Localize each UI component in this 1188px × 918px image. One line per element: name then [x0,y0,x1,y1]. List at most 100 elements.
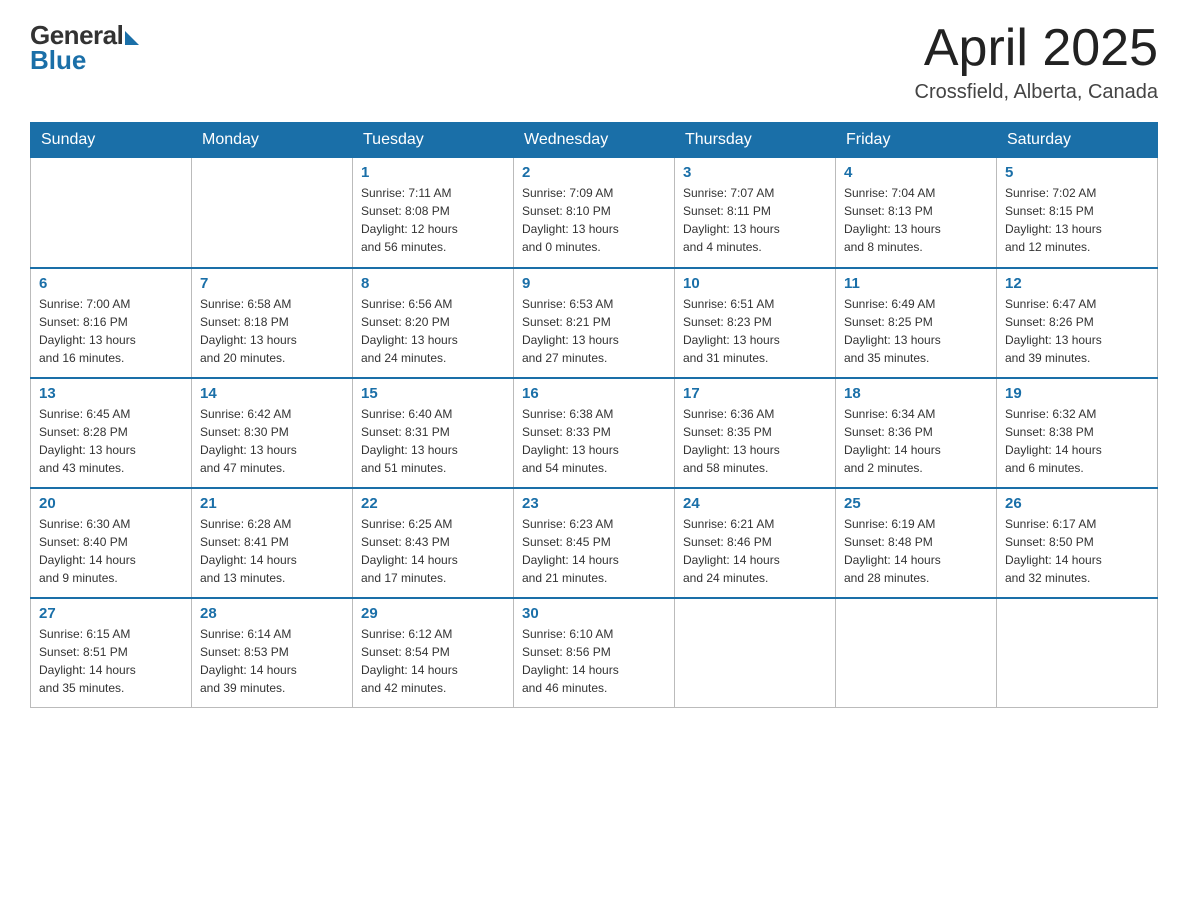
day-number: 18 [844,385,988,402]
day-of-week-header: Wednesday [514,123,675,158]
day-number: 14 [200,385,344,402]
day-of-week-header: Monday [192,123,353,158]
calendar-cell: 1 Sunrise: 7:11 AM Sunset: 8:08 PM Daylig… [353,158,514,268]
calendar-cell: 4 Sunrise: 7:04 AM Sunset: 8:13 PM Daylig… [836,158,997,268]
title-area: April 2025 Crossfield, Alberta, Canada [915,20,1158,104]
day-info: Sunrise: 6:17 AM Sunset: 8:50 PM Dayligh… [1005,515,1149,587]
calendar-cell: 8 Sunrise: 6:56 AM Sunset: 8:20 PM Daylig… [353,268,514,378]
calendar-week-row: 6Sunrise: 7:00 AM Sunset: 8:16 PM Daylig… [31,268,1158,378]
day-info: Sunrise: 6:51 AM Sunset: 8:23 PM Dayligh… [683,295,827,367]
calendar-cell: 11 Sunrise: 6:49 AM Sunset: 8:25 PM Dayli… [836,268,997,378]
day-info: Sunrise: 6:32 AM Sunset: 8:38 PM Dayligh… [1005,405,1149,477]
day-number: 25 [844,495,988,512]
calendar-cell: 3Sunrise: 7:07 AM Sunset: 8:11 PM Daylig… [675,158,836,268]
day-number: 8 [361,275,505,292]
calendar-week-row: 20 Sunrise: 6:30 AM Sunset: 8:40 PM Dayli… [31,488,1158,598]
day-of-week-header: Sunday [31,123,192,158]
calendar-cell: 12 Sunrise: 6:47 AM Sunset: 8:26 PM Dayli… [997,268,1158,378]
calendar-cell: 22 Sunrise: 6:25 AM Sunset: 8:43 PM Dayli… [353,488,514,598]
day-info: Sunrise: 6:21 AM Sunset: 8:46 PM Dayligh… [683,515,827,587]
day-info: Sunrise: 6:34 AM Sunset: 8:36 PM Dayligh… [844,405,988,477]
day-number: 12 [1005,275,1149,292]
calendar-cell [836,598,997,708]
day-number: 7 [200,275,344,292]
day-info: Sunrise: 6:30 AM Sunset: 8:40 PM Dayligh… [39,515,183,587]
day-number: 13 [39,385,183,402]
logo-arrow-icon [125,31,139,45]
day-number: 3 [683,164,827,181]
calendar-cell: 28Sunrise: 6:14 AM Sunset: 8:53 PM Dayli… [192,598,353,708]
day-number: 2 [522,164,666,181]
day-number: 11 [844,275,988,292]
day-number: 16 [522,385,666,402]
day-number: 1 [361,164,505,181]
day-info: Sunrise: 6:58 AM Sunset: 8:18 PM Dayligh… [200,295,344,367]
day-info: Sunrise: 6:28 AM Sunset: 8:41 PM Dayligh… [200,515,344,587]
day-number: 5 [1005,164,1149,181]
day-of-week-header: Friday [836,123,997,158]
calendar-cell: 23 Sunrise: 6:23 AM Sunset: 8:45 PM Dayli… [514,488,675,598]
calendar-week-row: 13 Sunrise: 6:45 AM Sunset: 8:28 PM Dayli… [31,378,1158,488]
calendar-cell: 13 Sunrise: 6:45 AM Sunset: 8:28 PM Dayli… [31,378,192,488]
day-number: 26 [1005,495,1149,512]
day-info: Sunrise: 6:40 AM Sunset: 8:31 PM Dayligh… [361,405,505,477]
calendar-cell: 17 Sunrise: 6:36 AM Sunset: 8:35 PM Dayli… [675,378,836,488]
calendar-cell: 10 Sunrise: 6:51 AM Sunset: 8:23 PM Dayli… [675,268,836,378]
day-info: Sunrise: 6:15 AM Sunset: 8:51 PM Dayligh… [39,625,183,697]
day-of-week-header: Tuesday [353,123,514,158]
day-info: Sunrise: 7:02 AM Sunset: 8:15 PM Dayligh… [1005,184,1149,256]
day-info: Sunrise: 6:47 AM Sunset: 8:26 PM Dayligh… [1005,295,1149,367]
day-info: Sunrise: 6:45 AM Sunset: 8:28 PM Dayligh… [39,405,183,477]
day-info: Sunrise: 6:10 AM Sunset: 8:56 PM Dayligh… [522,625,666,697]
day-info: Sunrise: 6:36 AM Sunset: 8:35 PM Dayligh… [683,405,827,477]
location-title: Crossfield, Alberta, Canada [915,81,1158,104]
day-number: 29 [361,605,505,622]
month-title: April 2025 [915,20,1158,77]
day-number: 20 [39,495,183,512]
day-info: Sunrise: 6:23 AM Sunset: 8:45 PM Dayligh… [522,515,666,587]
day-number: 9 [522,275,666,292]
calendar-cell: 26 Sunrise: 6:17 AM Sunset: 8:50 PM Dayli… [997,488,1158,598]
calendar-cell: 30Sunrise: 6:10 AM Sunset: 8:56 PM Dayli… [514,598,675,708]
day-number: 6 [39,275,183,292]
calendar-cell: 7 Sunrise: 6:58 AM Sunset: 8:18 PM Daylig… [192,268,353,378]
calendar-cell: 6Sunrise: 7:00 AM Sunset: 8:16 PM Daylig… [31,268,192,378]
page-header: General Blue April 2025 Crossfield, Albe… [30,20,1158,104]
calendar-cell: 19 Sunrise: 6:32 AM Sunset: 8:38 PM Dayli… [997,378,1158,488]
day-number: 24 [683,495,827,512]
day-of-week-header: Thursday [675,123,836,158]
day-info: Sunrise: 6:56 AM Sunset: 8:20 PM Dayligh… [361,295,505,367]
calendar-table: SundayMondayTuesdayWednesdayThursdayFrid… [30,122,1158,708]
calendar-week-row: 27 Sunrise: 6:15 AM Sunset: 8:51 PM Dayli… [31,598,1158,708]
day-info: Sunrise: 6:42 AM Sunset: 8:30 PM Dayligh… [200,405,344,477]
day-number: 21 [200,495,344,512]
day-number: 22 [361,495,505,512]
calendar-header-row: SundayMondayTuesdayWednesdayThursdayFrid… [31,123,1158,158]
calendar-cell: 21 Sunrise: 6:28 AM Sunset: 8:41 PM Dayli… [192,488,353,598]
day-number: 27 [39,605,183,622]
day-number: 23 [522,495,666,512]
day-info: Sunrise: 7:04 AM Sunset: 8:13 PM Dayligh… [844,184,988,256]
day-info: Sunrise: 7:11 AM Sunset: 8:08 PM Dayligh… [361,184,505,256]
calendar-cell: 20 Sunrise: 6:30 AM Sunset: 8:40 PM Dayli… [31,488,192,598]
day-number: 15 [361,385,505,402]
calendar-cell: 25Sunrise: 6:19 AM Sunset: 8:48 PM Dayli… [836,488,997,598]
calendar-cell: 18 Sunrise: 6:34 AM Sunset: 8:36 PM Dayli… [836,378,997,488]
day-info: Sunrise: 6:25 AM Sunset: 8:43 PM Dayligh… [361,515,505,587]
calendar-cell: 16Sunrise: 6:38 AM Sunset: 8:33 PM Dayli… [514,378,675,488]
day-of-week-header: Saturday [997,123,1158,158]
day-number: 17 [683,385,827,402]
calendar-cell: 9 Sunrise: 6:53 AM Sunset: 8:21 PM Daylig… [514,268,675,378]
logo: General Blue [30,20,139,76]
calendar-cell [192,158,353,268]
day-number: 19 [1005,385,1149,402]
day-info: Sunrise: 6:53 AM Sunset: 8:21 PM Dayligh… [522,295,666,367]
day-number: 28 [200,605,344,622]
day-number: 4 [844,164,988,181]
day-info: Sunrise: 6:49 AM Sunset: 8:25 PM Dayligh… [844,295,988,367]
calendar-cell: 15 Sunrise: 6:40 AM Sunset: 8:31 PM Dayli… [353,378,514,488]
day-number: 10 [683,275,827,292]
calendar-cell [675,598,836,708]
calendar-cell: 29Sunrise: 6:12 AM Sunset: 8:54 PM Dayli… [353,598,514,708]
calendar-cell: 27 Sunrise: 6:15 AM Sunset: 8:51 PM Dayli… [31,598,192,708]
